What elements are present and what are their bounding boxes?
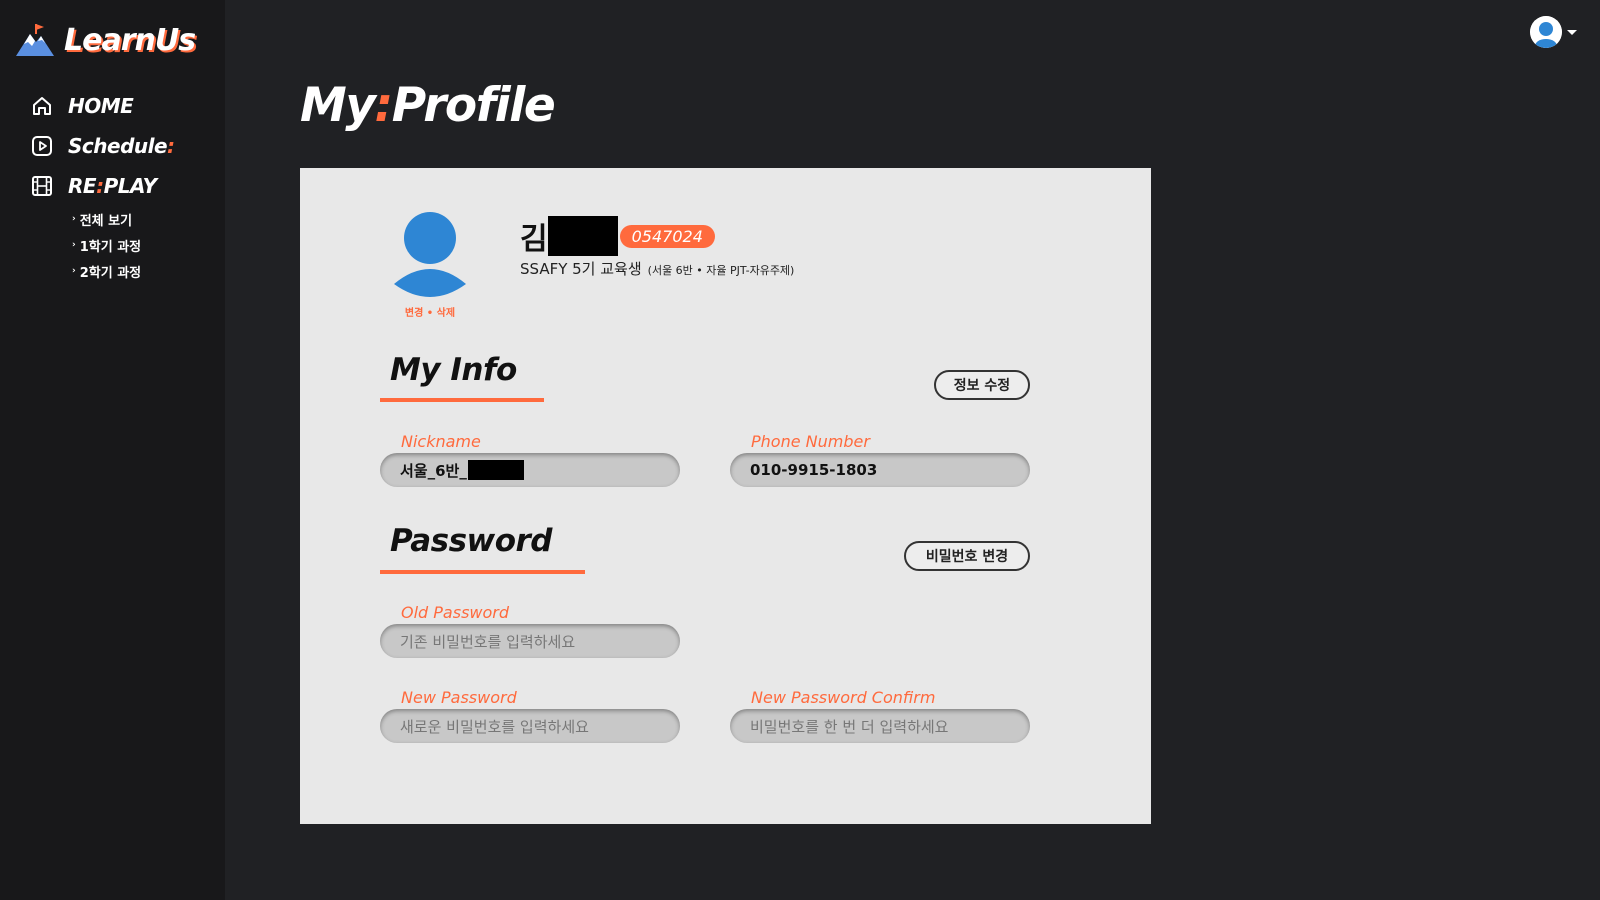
play-icon <box>30 134 54 158</box>
nav-label-home: HOME <box>68 94 134 118</box>
page-title: My:Profile <box>300 78 556 133</box>
confirm-password-input[interactable]: 비밀번호를 한 번 더 입력하세요 <box>730 709 1030 743</box>
phone-label: Phone Number <box>751 432 870 451</box>
logo[interactable]: LearnUs <box>14 22 196 58</box>
new-password-label: New Password <box>401 688 517 707</box>
user-avatar-icon <box>1530 16 1562 48</box>
new-password-input[interactable]: 새로운 비밀번호를 입력하세요 <box>380 709 680 743</box>
caret-right-icon: › <box>72 240 76 250</box>
film-icon <box>30 174 54 198</box>
chevron-down-icon <box>1567 29 1577 35</box>
profile-card: 변경 • 삭제 김 0547024 SSAFY 5기 교육생 (서울 6반 • 자… <box>300 168 1151 824</box>
home-icon <box>30 94 54 118</box>
password-title: Password <box>390 523 552 559</box>
nav-item-schedule[interactable]: Schedule: <box>30 126 175 166</box>
subnav-item-all[interactable]: › 전체 보기 <box>72 206 175 232</box>
replay-subnav: › 전체 보기 › 1학기 과정 › 2학기 과정 <box>72 206 175 284</box>
nav-item-home[interactable]: HOME <box>30 86 175 126</box>
profile-avatar-section: 변경 • 삭제 <box>390 210 470 319</box>
old-password-label: Old Password <box>401 603 510 622</box>
profile-name: 김 <box>520 222 548 257</box>
profile-avatar-icon[interactable] <box>390 210 470 300</box>
password-underline <box>380 570 585 574</box>
nickname-field[interactable]: 서울_6반_ <box>380 453 680 487</box>
avatar-edit-link[interactable]: 변경 • 삭제 <box>390 304 470 319</box>
logo-text: LearnUs <box>64 22 196 58</box>
role-text: SSAFY 5기 교육생 <box>520 260 642 278</box>
old-password-input[interactable]: 기존 비밀번호를 입력하세요 <box>380 624 680 658</box>
profile-role: SSAFY 5기 교육생 (서울 6반 • 자율 PJT-자유주제) <box>520 258 794 279</box>
phone-field[interactable]: 010-9915-1803 <box>730 453 1030 487</box>
profile-name-row: 김 0547024 <box>520 214 715 258</box>
main-nav: HOME Schedule: RE:PLAY › 전체 보기 › 1학기 과정 … <box>30 86 175 284</box>
nickname-label: Nickname <box>401 432 481 451</box>
nickname-redaction <box>467 460 524 480</box>
caret-right-icon: › <box>72 266 76 276</box>
sidebar: LearnUs HOME Schedule: RE:PLAY › 전체 보기 ›… <box>0 0 225 900</box>
student-id-badge: 0547024 <box>619 224 715 248</box>
nav-item-replay[interactable]: RE:PLAY <box>30 166 175 206</box>
my-info-title: My Info <box>390 352 517 388</box>
change-password-button[interactable]: 비밀번호 변경 <box>904 541 1030 571</box>
nav-label-schedule: Schedule: <box>68 134 175 158</box>
mountain-flag-icon <box>14 22 56 58</box>
confirm-password-label: New Password Confirm <box>751 688 936 707</box>
caret-right-icon: › <box>72 214 76 224</box>
subnav-item-semester1[interactable]: › 1학기 과정 <box>72 232 175 258</box>
name-redaction <box>547 216 618 256</box>
edit-info-button[interactable]: 정보 수정 <box>934 370 1030 400</box>
my-info-underline <box>380 398 544 402</box>
user-menu[interactable] <box>1530 16 1577 48</box>
nav-label-replay: RE:PLAY <box>68 174 157 198</box>
subnav-item-semester2[interactable]: › 2학기 과정 <box>72 258 175 284</box>
role-detail: (서울 6반 • 자율 PJT-자유주제) <box>647 264 795 277</box>
